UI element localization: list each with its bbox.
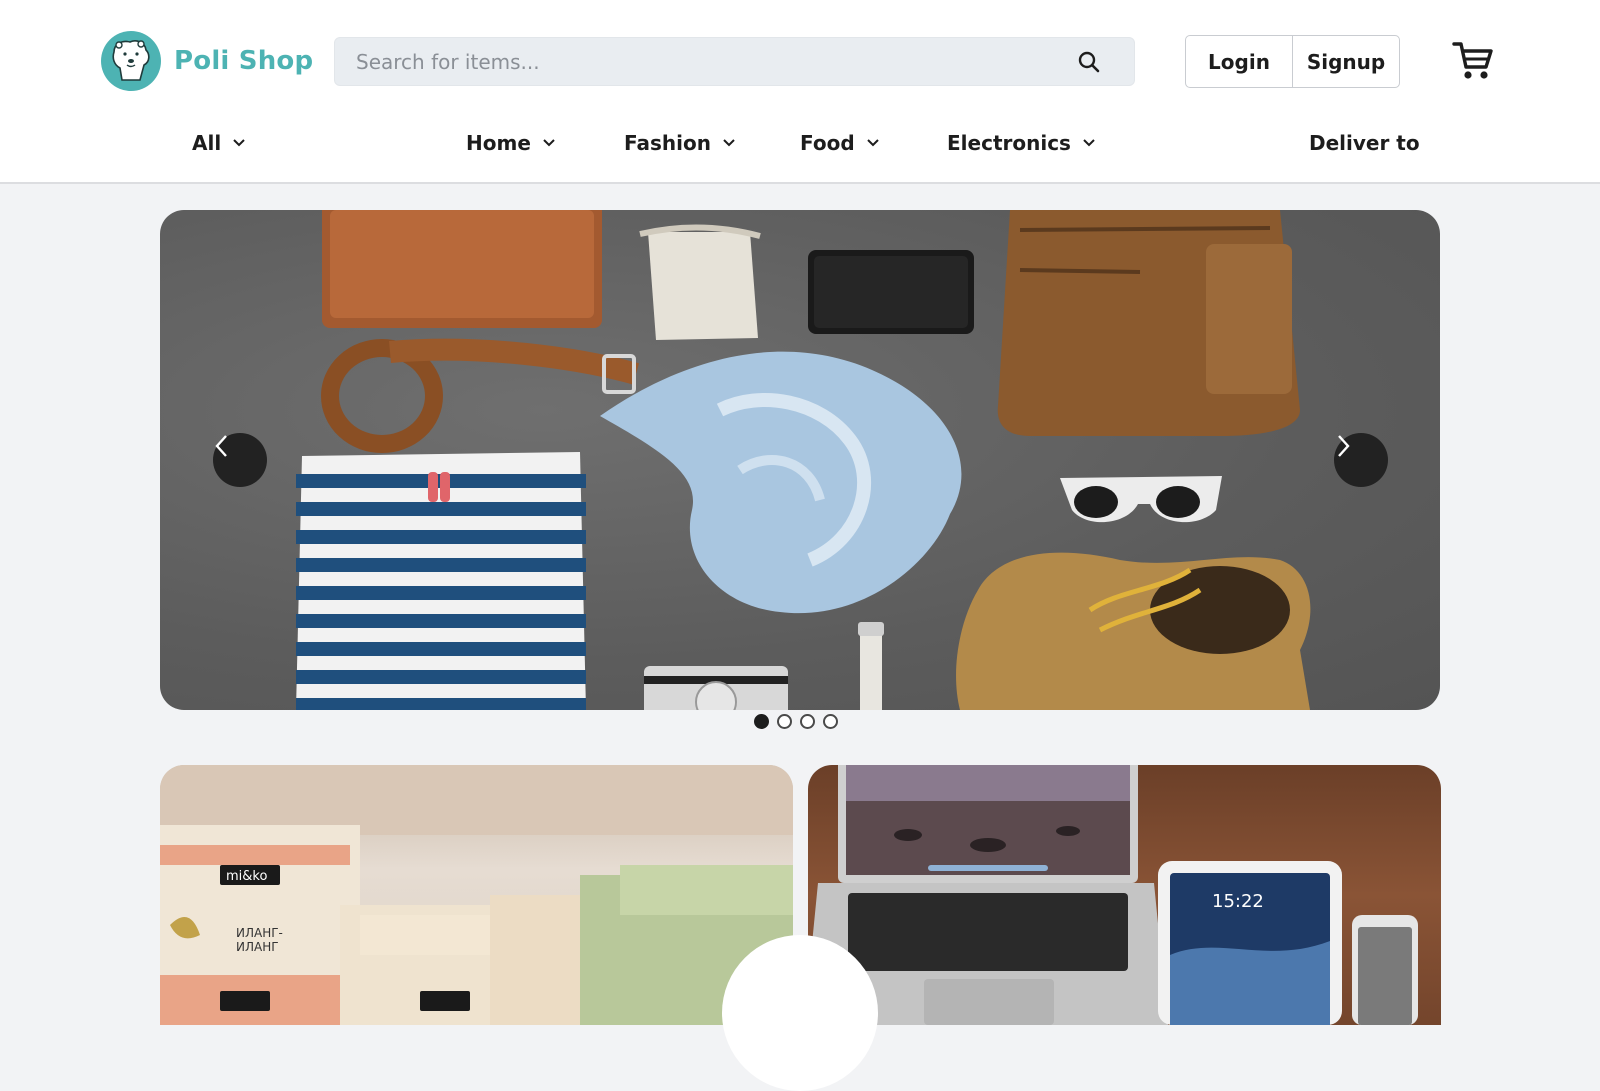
nav-food[interactable]: Food xyxy=(800,128,879,158)
promo-card-food[interactable]: mi&ko ИЛАНГ- ИЛАНГ xyxy=(160,765,793,1025)
polar-bear-logo-icon xyxy=(101,31,161,91)
soap-label-line2: ИЛАНГ xyxy=(236,940,279,954)
nav-fashion[interactable]: Fashion xyxy=(624,128,735,158)
search-input[interactable] xyxy=(335,38,1050,85)
chevron-down-icon xyxy=(543,139,555,147)
deliver-to-link[interactable]: Deliver to xyxy=(1309,128,1420,158)
site-header: Poli Shop Login Signup All Home Fashion … xyxy=(0,0,1600,184)
chevron-down-icon xyxy=(1083,139,1095,147)
nav-food-label: Food xyxy=(800,131,855,155)
nav-home-label: Home xyxy=(466,131,531,155)
auth-buttons: Login Signup xyxy=(1185,35,1400,88)
carousel-prev-button[interactable] xyxy=(213,433,267,487)
carousel-next-button[interactable] xyxy=(1334,433,1388,487)
nav-home[interactable]: Home xyxy=(466,128,555,158)
chevron-left-icon xyxy=(215,435,227,457)
nav-fashion-label: Fashion xyxy=(624,131,711,155)
carousel-indicators xyxy=(754,714,838,729)
nav-electronics-label: Electronics xyxy=(947,131,1071,155)
search-button[interactable] xyxy=(1044,38,1134,85)
carousel-dot-1[interactable] xyxy=(754,714,769,729)
carousel-dot-3[interactable] xyxy=(800,714,815,729)
carousel-dot-2[interactable] xyxy=(777,714,792,729)
soap-bars-image: mi&ko ИЛАНГ- ИЛАНГ xyxy=(160,765,793,1025)
signup-button[interactable]: Signup xyxy=(1292,36,1399,87)
search-icon xyxy=(1078,51,1100,72)
chevron-down-icon xyxy=(866,139,879,147)
brand-logo[interactable]: Poli Shop xyxy=(100,30,313,92)
brand-name: Poli Shop xyxy=(174,46,314,76)
nav-all[interactable]: All xyxy=(192,128,245,158)
hero-carousel xyxy=(160,210,1440,710)
carousel-dot-4[interactable] xyxy=(823,714,838,729)
chevron-right-icon xyxy=(1338,435,1350,457)
tablet-time: 15:22 xyxy=(1212,891,1264,912)
login-button[interactable]: Login xyxy=(1186,36,1292,87)
soap-label-line1: ИЛАНГ- xyxy=(236,926,283,940)
soap-brand-label: mi&ko xyxy=(226,869,267,884)
deliver-to-label: Deliver to xyxy=(1309,131,1420,155)
hero-slide-image xyxy=(296,210,1311,710)
search-bar xyxy=(334,37,1135,86)
nav-electronics[interactable]: Electronics xyxy=(947,128,1095,158)
nav-all-label: All xyxy=(192,131,222,155)
cart-icon[interactable] xyxy=(1452,40,1494,82)
laptop-tablet-image: 15:22 xyxy=(808,765,1418,1025)
chevron-down-icon xyxy=(233,139,245,147)
scroll-indicator-bubble xyxy=(722,935,878,1091)
chevron-down-icon xyxy=(723,139,735,147)
promo-card-electronics[interactable]: 15:22 xyxy=(808,765,1441,1025)
